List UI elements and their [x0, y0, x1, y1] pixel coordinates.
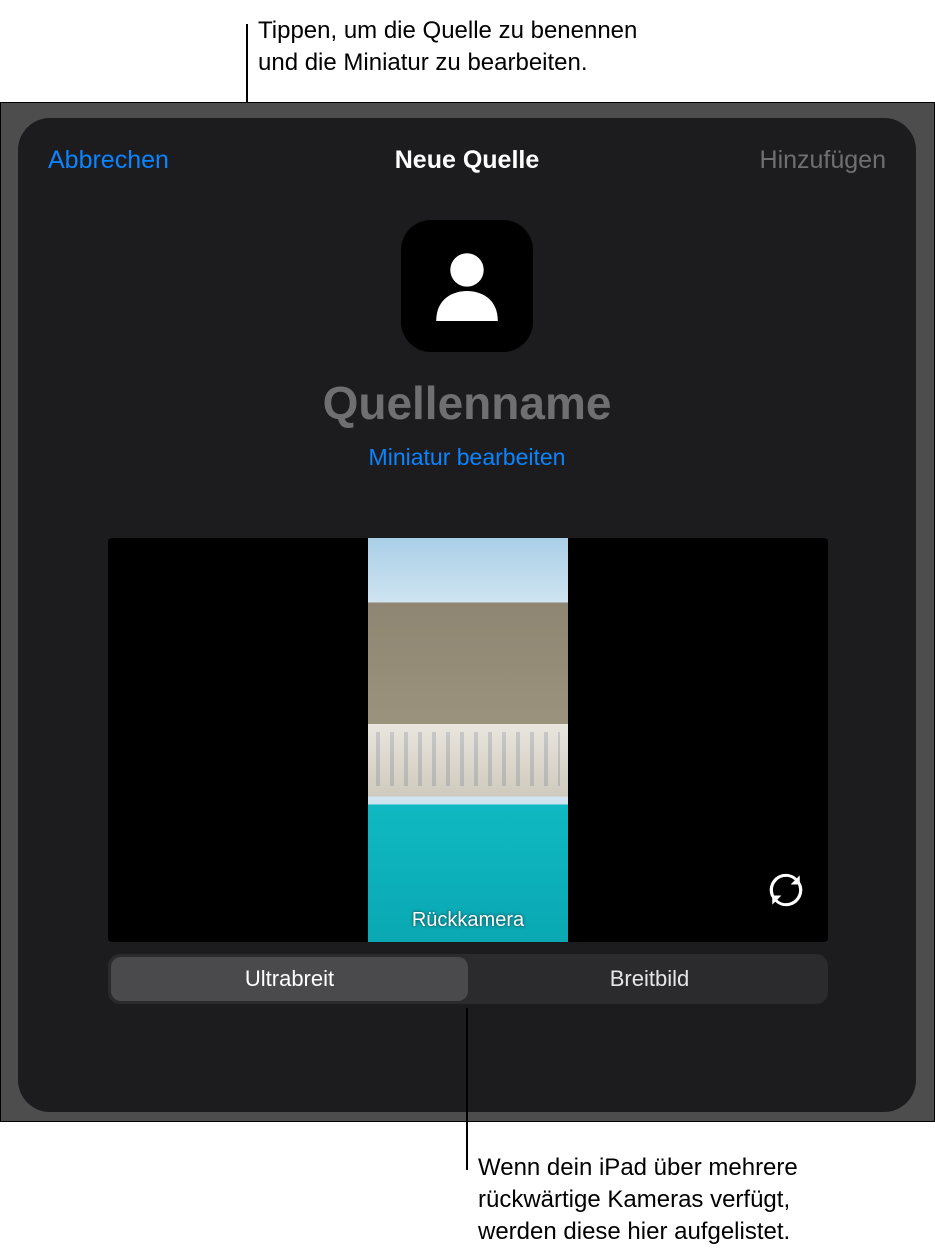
add-button[interactable]: Hinzufügen — [760, 146, 886, 175]
callout-top-line1: Tippen, um die Quelle zu benennen — [258, 15, 637, 47]
camera-lens-segmented[interactable]: Ultrabreit Breitbild — [108, 954, 828, 1004]
camera-switch-icon — [764, 868, 808, 917]
callout-top: Tippen, um die Quelle zu benennen und di… — [258, 15, 637, 79]
callout-bottom-line2: rückwärtige Kameras verfügt, — [478, 1184, 918, 1216]
segment-wide[interactable]: Breitbild — [471, 954, 828, 1004]
person-icon — [423, 240, 511, 333]
callout-bottom-line3: werden diese hier aufgelistet. — [478, 1216, 918, 1248]
sheet-header: Abbrechen Neue Quelle Hinzufügen — [18, 118, 916, 188]
edit-thumbnail-link[interactable]: Miniatur bearbeiten — [18, 444, 916, 471]
switch-camera-button[interactable] — [762, 868, 810, 916]
source-name-field[interactable]: Quellenname — [18, 376, 916, 430]
new-source-sheet: Abbrechen Neue Quelle Hinzufügen Quellen… — [18, 118, 916, 1112]
camera-preview[interactable]: Rückkamera — [108, 538, 828, 942]
segment-ultrawide[interactable]: Ultrabreit — [111, 957, 468, 1001]
callout-top-line2: und die Miniatur zu bearbeiten. — [258, 47, 637, 79]
camera-label: Rückkamera — [412, 909, 524, 932]
callout-bottom: Wenn dein iPad über mehrere rückwärtige … — [478, 1152, 918, 1248]
callout-bottom-line1: Wenn dein iPad über mehrere — [478, 1152, 918, 1184]
thumbnail-avatar[interactable] — [401, 220, 533, 352]
camera-preview-image — [368, 538, 568, 942]
callout-leader-line — [466, 1008, 468, 1170]
